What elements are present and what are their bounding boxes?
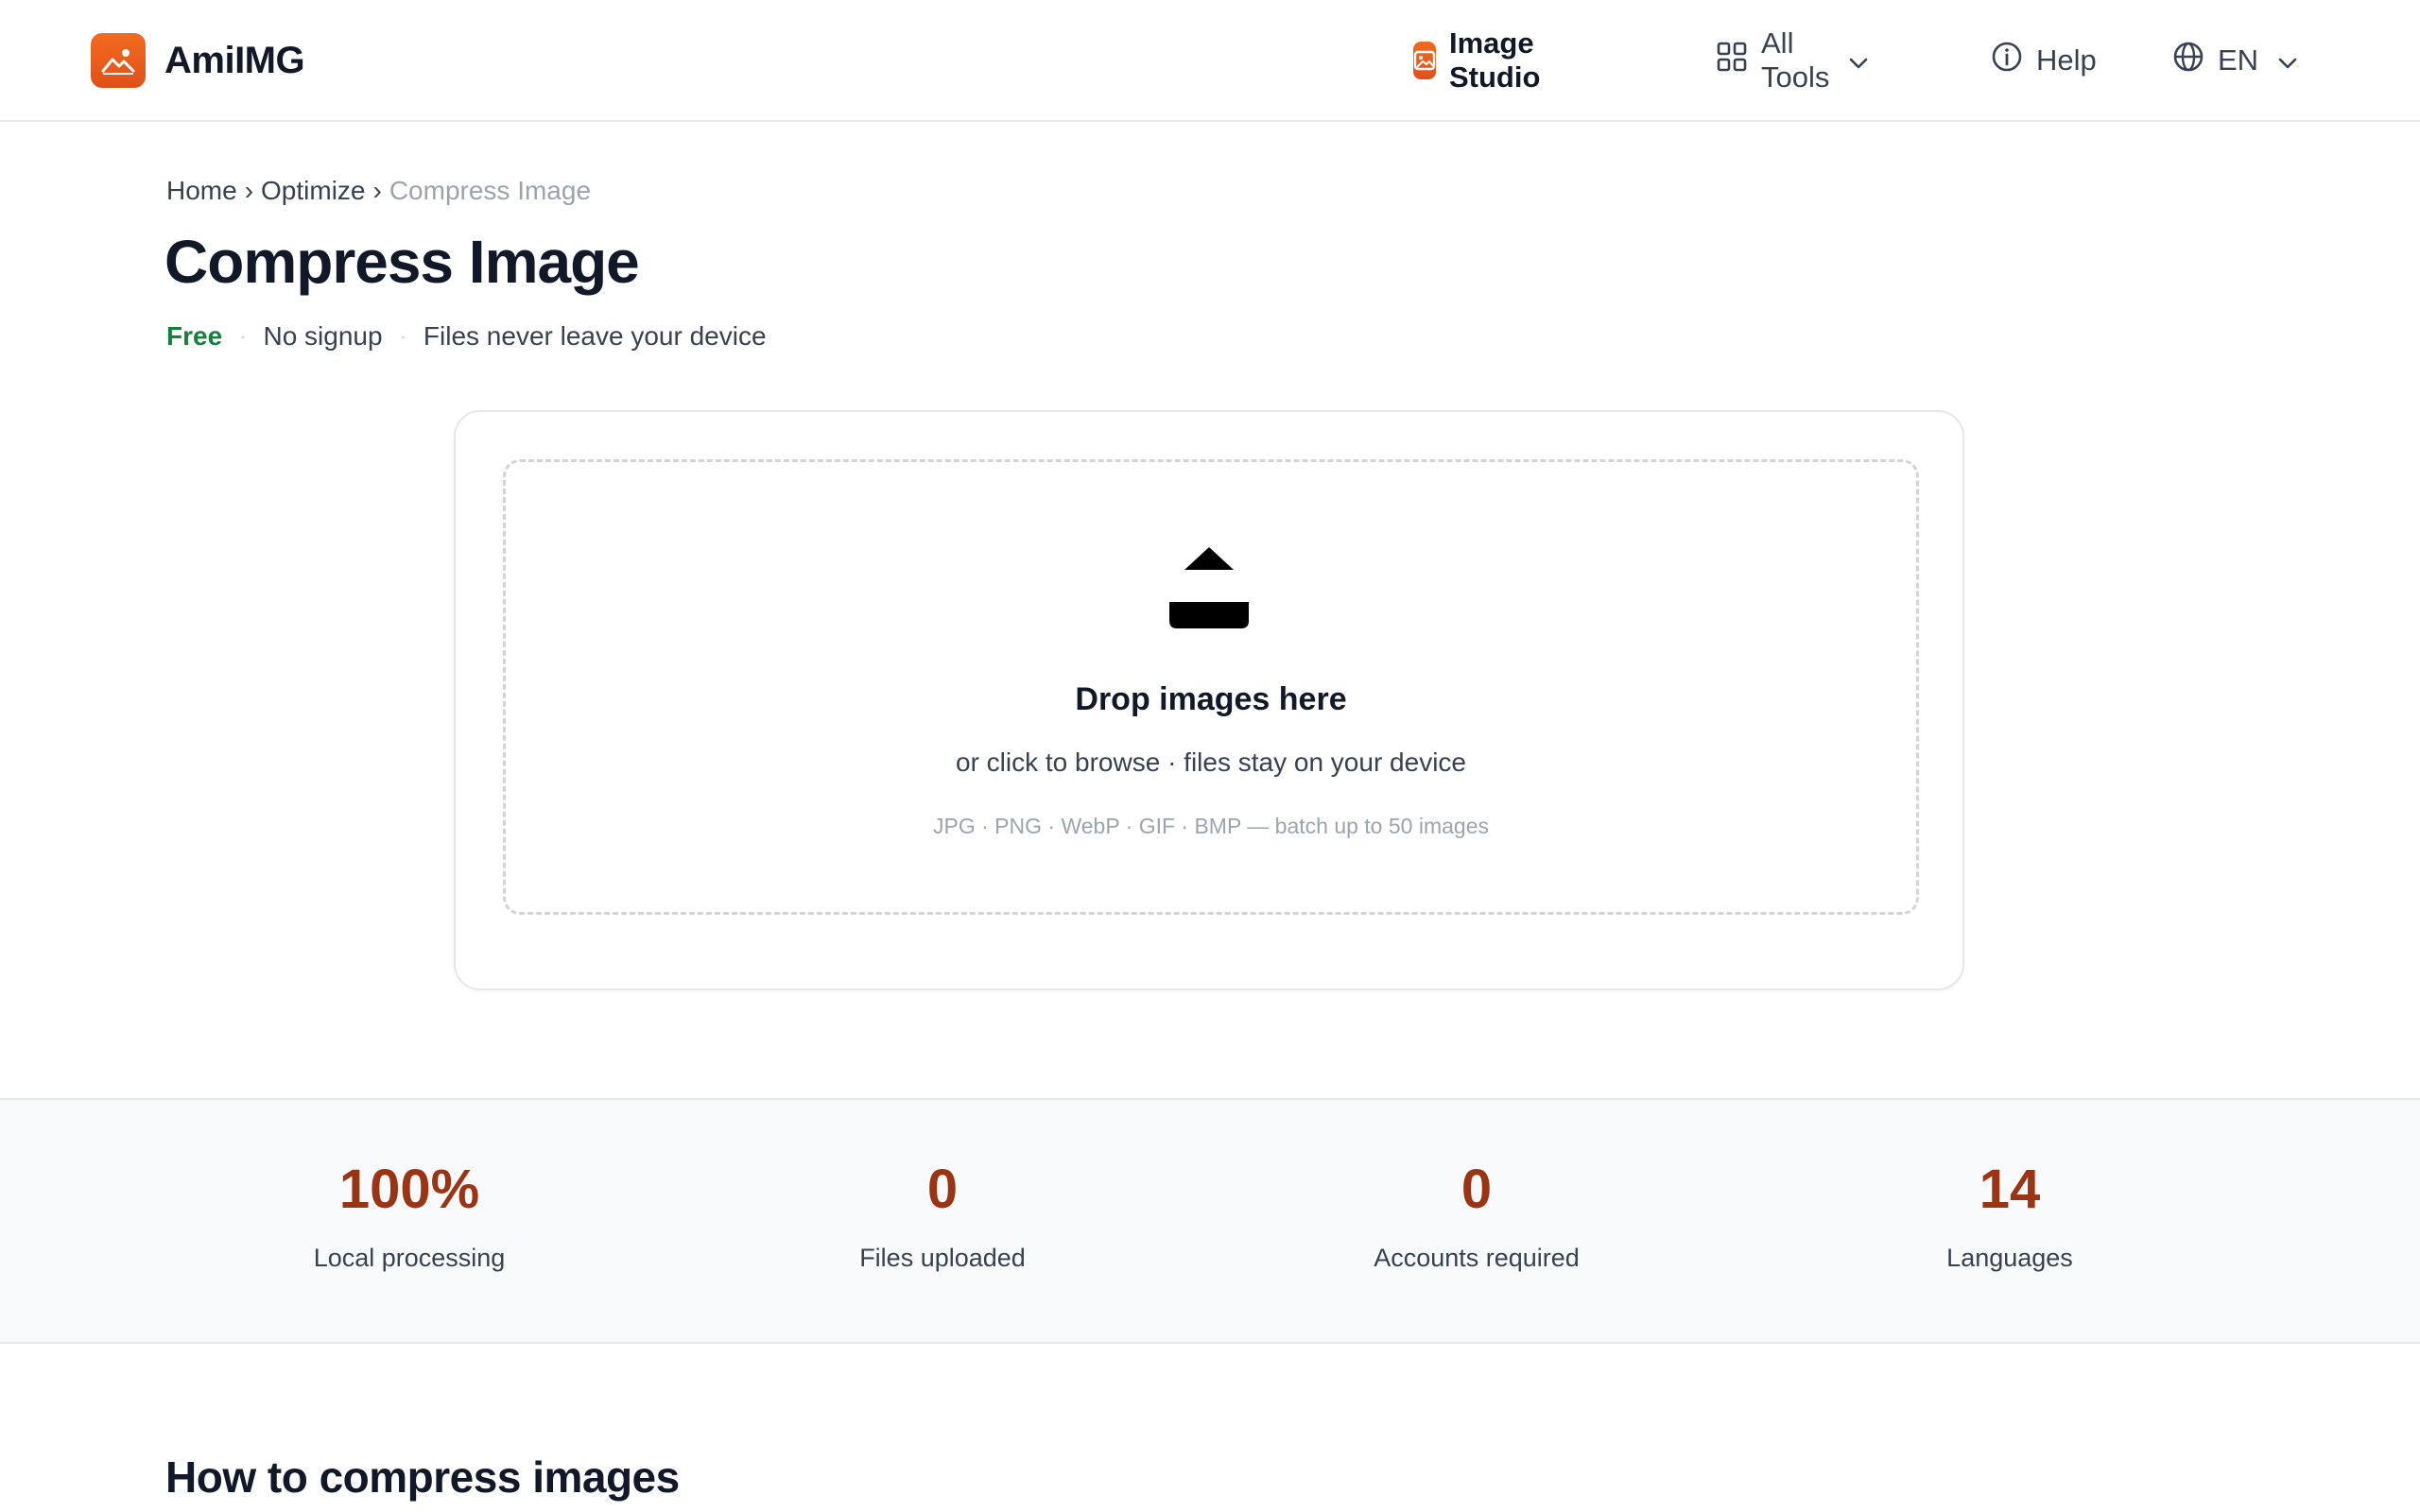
- stat-value: 0: [926, 1159, 959, 1220]
- chevron-down-icon: [2277, 43, 2298, 77]
- image-studio-icon: [1413, 42, 1436, 79]
- stat-value: 100%: [338, 1159, 480, 1220]
- breadcrumb-separator: ›: [372, 176, 382, 205]
- brand-logo[interactable]: AmiIMG: [91, 33, 305, 88]
- upload-card: Drop images here or click to browse · fi…: [454, 410, 1964, 990]
- stats-band: 100% Local processing 0 Files uploaded 0…: [0, 1098, 2420, 1344]
- nav-help-label: Help: [2036, 43, 2097, 77]
- brand-name: AmiIMG: [164, 39, 305, 81]
- howto-heading: How to compress images: [165, 1452, 680, 1502]
- dropzone-formats: JPG · PNG · WebP · GIF · BMP — batch up …: [933, 814, 1489, 838]
- breadcrumb-current: Compress Image: [389, 176, 592, 205]
- stat-accounts-required: 0 Accounts required: [1288, 1162, 1666, 1273]
- nav-image-studio-label: Image Studio: [1449, 26, 1541, 94]
- dropzone-title: Drop images here: [1075, 681, 1347, 717]
- nav-all-tools-label: All Tools: [1761, 26, 1830, 94]
- page-title: Compress Image: [164, 228, 640, 296]
- nav-help[interactable]: Help: [1991, 33, 2097, 88]
- stat-value: 0: [1461, 1159, 1493, 1220]
- nav-image-studio[interactable]: Image Studio: [1413, 26, 1555, 94]
- feature-tags: Free · No signup · Files never leave you…: [166, 321, 767, 352]
- breadcrumb: Home › Optimize › Compress Image: [166, 176, 591, 206]
- language-label: EN: [2218, 43, 2259, 77]
- image-dropzone[interactable]: Drop images here or click to browse · fi…: [503, 459, 1919, 915]
- breadcrumb-optimize[interactable]: Optimize: [261, 176, 365, 206]
- tag-separator: ·: [239, 324, 247, 348]
- stat-label: Languages: [1946, 1244, 2073, 1272]
- tag-no-signup: No signup: [263, 321, 383, 351]
- grid-icon: [1716, 41, 1748, 80]
- tag-privacy: Files never leave your device: [423, 321, 767, 351]
- stat-label: Local processing: [313, 1244, 506, 1272]
- stat-value: 14: [1979, 1159, 2041, 1220]
- stat-languages: 14 Languages: [1821, 1162, 2199, 1273]
- upload-icon: [1169, 547, 1249, 628]
- breadcrumb-home[interactable]: Home: [166, 176, 237, 206]
- info-icon: [1991, 41, 2023, 80]
- tag-separator: ·: [399, 324, 406, 348]
- stat-files-uploaded: 0 Files uploaded: [753, 1162, 1132, 1273]
- chevron-down-icon: [1848, 43, 1869, 77]
- breadcrumb-separator: ›: [244, 176, 254, 205]
- tag-free: Free: [166, 321, 223, 351]
- language-selector[interactable]: EN: [2172, 33, 2298, 88]
- stat-label: Files uploaded: [859, 1244, 1026, 1272]
- dropzone-subtitle: or click to browse · files stay on your …: [956, 747, 1466, 777]
- globe-icon: [2172, 41, 2204, 80]
- stat-local-processing: 100% Local processing: [220, 1162, 598, 1273]
- top-header: AmiIMG Image Studio All Tools Help EN: [0, 0, 2420, 122]
- stat-label: Accounts required: [1374, 1244, 1580, 1272]
- image-mountain-icon: [91, 33, 146, 88]
- nav-all-tools[interactable]: All Tools: [1716, 26, 1869, 94]
